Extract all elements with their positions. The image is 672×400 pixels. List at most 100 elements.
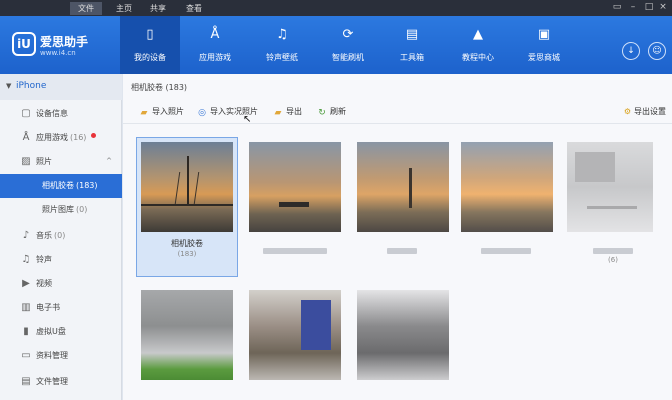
album-thumbnail — [357, 290, 449, 380]
sidebar-item-label: 文件管理 — [36, 377, 68, 386]
boat-shape — [279, 202, 309, 207]
device-name: iPhone — [16, 81, 47, 91]
export-button[interactable]: ▰ 导出 — [273, 106, 302, 120]
music-file-icon: ♫ — [276, 27, 288, 42]
app-url: www.i4.cn — [40, 49, 76, 57]
sidebar-item-label: 应用游戏 (16) — [36, 133, 87, 142]
sidebar-item-music[interactable]: ♪ 音乐 (0) — [0, 224, 122, 248]
app-header: iU 爱思助手 www.i4.cn ▯ 我的设备 Å 应用游戏 ♫ 铃声壁纸 ⟳… — [0, 16, 672, 74]
sidebar-item-label: 相机胶卷 (183) — [42, 181, 98, 190]
menu-home[interactable]: 主页 — [108, 2, 140, 15]
device-header[interactable]: ▼ iPhone — [0, 74, 122, 100]
nav-label: 铃声壁纸 — [266, 53, 298, 62]
sidebar-item-file-management[interactable]: ▤ 文件管理 — [0, 370, 122, 394]
album-tile[interactable] — [137, 286, 237, 400]
album-count: (6) — [608, 256, 618, 264]
sidebar-item-device-info[interactable]: ▢ 设备信息 — [0, 102, 122, 126]
toolbox-icon: ▤ — [405, 27, 419, 42]
import-photos-button[interactable]: ▰ 导入照片 — [139, 106, 184, 120]
bridge-deck — [141, 204, 233, 206]
album-tile[interactable] — [353, 286, 453, 400]
bell-icon: ♫ — [21, 254, 31, 265]
menu-file[interactable]: 文件 — [70, 2, 102, 15]
sidebar-item-photos[interactable]: ▨ 照片 ^ — [0, 150, 122, 174]
blurred-block — [301, 300, 331, 350]
album-tile[interactable] — [245, 286, 345, 400]
music-icon: ♪ — [22, 230, 30, 241]
info-icon: ▢ — [21, 108, 31, 119]
user-icon[interactable]: ☺ — [648, 42, 666, 60]
blurred-block — [575, 152, 615, 182]
store-icon: ▣ — [537, 27, 551, 42]
folder-icon: ▰ — [140, 108, 148, 118]
sidebar-item-label: 照片图库 (0) — [42, 205, 88, 214]
nav-flash[interactable]: ⟳ 智能刷机 — [318, 16, 378, 74]
menu-view[interactable]: 查看 — [178, 2, 210, 15]
sidebar-item-data-management[interactable]: ▭ 资料管理 — [0, 344, 122, 368]
nav-store[interactable]: ▣ 爱思商城 — [514, 16, 574, 74]
close-icon[interactable]: × — [658, 2, 668, 12]
sidebar-item-ebooks[interactable]: ▥ 电子书 — [0, 296, 122, 320]
chevron-up-icon[interactable]: ^ — [106, 157, 112, 165]
album-thumbnail — [249, 290, 341, 380]
export-settings-button[interactable]: ⚙ 导出设置 — [624, 106, 666, 117]
nav-label: 工具箱 — [400, 53, 424, 62]
album-tile[interactable] — [457, 138, 557, 276]
logo-badge: iU — [12, 32, 36, 56]
apps-icon: Å — [22, 132, 30, 143]
file-icon: ▤ — [21, 376, 31, 387]
app-name: 爱思助手 — [40, 35, 89, 49]
nav-label: 智能刷机 — [332, 53, 364, 62]
export-icon: ▰ — [274, 108, 282, 118]
mouse-cursor-icon: ↖ — [243, 114, 252, 125]
caret-down-icon: ▼ — [6, 82, 12, 90]
sidebar-item-label: 铃声 — [36, 255, 52, 264]
sidebar-item-virtual-usb[interactable]: ▮ 虚拟U盘 — [0, 320, 122, 344]
bridge-tower — [187, 156, 189, 204]
refresh-icon: ↻ — [318, 108, 326, 118]
nav-toolbox[interactable]: ▤ 工具箱 — [384, 16, 440, 74]
refresh-button[interactable]: ↻ 刷新 — [317, 106, 346, 120]
sidebar: ▼ iPhone ▢ 设备信息 Å 应用游戏 (16) ▨ 照片 ^ 相机胶卷 (1… — [0, 74, 122, 400]
download-icon[interactable]: ↓ — [622, 42, 640, 60]
album-thumbnail — [357, 142, 449, 232]
photo-icon: ▨ — [21, 156, 31, 167]
notification-dot — [91, 133, 96, 138]
book-icon: ▥ — [21, 302, 31, 313]
album-tile[interactable]: 相机胶卷 (183) — [136, 137, 238, 277]
nav-ringtones[interactable]: ♫ 铃声壁纸 — [252, 16, 312, 74]
refresh-icon: ⟳ — [342, 27, 354, 42]
blurred-album-label — [593, 248, 633, 254]
nav-tutorials[interactable]: ▲ 教程中心 — [448, 16, 508, 74]
album-thumbnail — [249, 142, 341, 232]
blurred-line — [587, 206, 637, 209]
album-tile[interactable] — [245, 138, 345, 276]
video-icon: ▶ — [22, 278, 30, 289]
nav-label: 教程中心 — [462, 53, 494, 62]
sidebar-item-apps[interactable]: Å 应用游戏 (16) — [0, 126, 122, 150]
album-tile[interactable] — [353, 138, 453, 276]
album-count: (183) — [177, 250, 197, 258]
usb-icon: ▮ — [23, 326, 29, 337]
album-tile[interactable]: (6) — [563, 138, 663, 276]
menu-share[interactable]: 共享 — [142, 2, 174, 15]
sidebar-item-label: 音乐 (0) — [36, 231, 66, 240]
phone-icon: ▯ — [146, 27, 154, 42]
menu-bar: 文件 主页 共享 查看 ▭ – □ × — [0, 0, 672, 16]
sidebar-item-label: 资料管理 — [36, 351, 68, 360]
album-label: 相机胶卷 — [171, 239, 203, 248]
sidebar-item-label: 虚拟U盘 — [36, 327, 66, 336]
maximize-icon[interactable]: □ — [644, 2, 654, 12]
nav-apps-games[interactable]: Å 应用游戏 — [185, 16, 245, 74]
album-thumbnail — [461, 142, 553, 232]
restore-icon[interactable]: ▭ — [612, 2, 622, 12]
sidebar-item-label: 照片 — [36, 157, 52, 166]
sidebar-item-camera-roll[interactable]: 相机胶卷 (183) — [0, 174, 122, 198]
toolbar: ▰ 导入照片 ◎ 导入实况照片 ▰ 导出 ↻ 刷新 ⚙ 导出设置 — [123, 102, 672, 124]
sidebar-item-photo-library[interactable]: 照片图库 (0) — [0, 198, 122, 222]
minimize-icon[interactable]: – — [628, 2, 638, 12]
sidebar-item-ringtones[interactable]: ♫ 铃声 — [0, 248, 122, 272]
nav-my-device[interactable]: ▯ 我的设备 — [120, 16, 180, 74]
sidebar-item-video[interactable]: ▶ 视频 — [0, 272, 122, 296]
nav-label: 我的设备 — [134, 53, 166, 62]
